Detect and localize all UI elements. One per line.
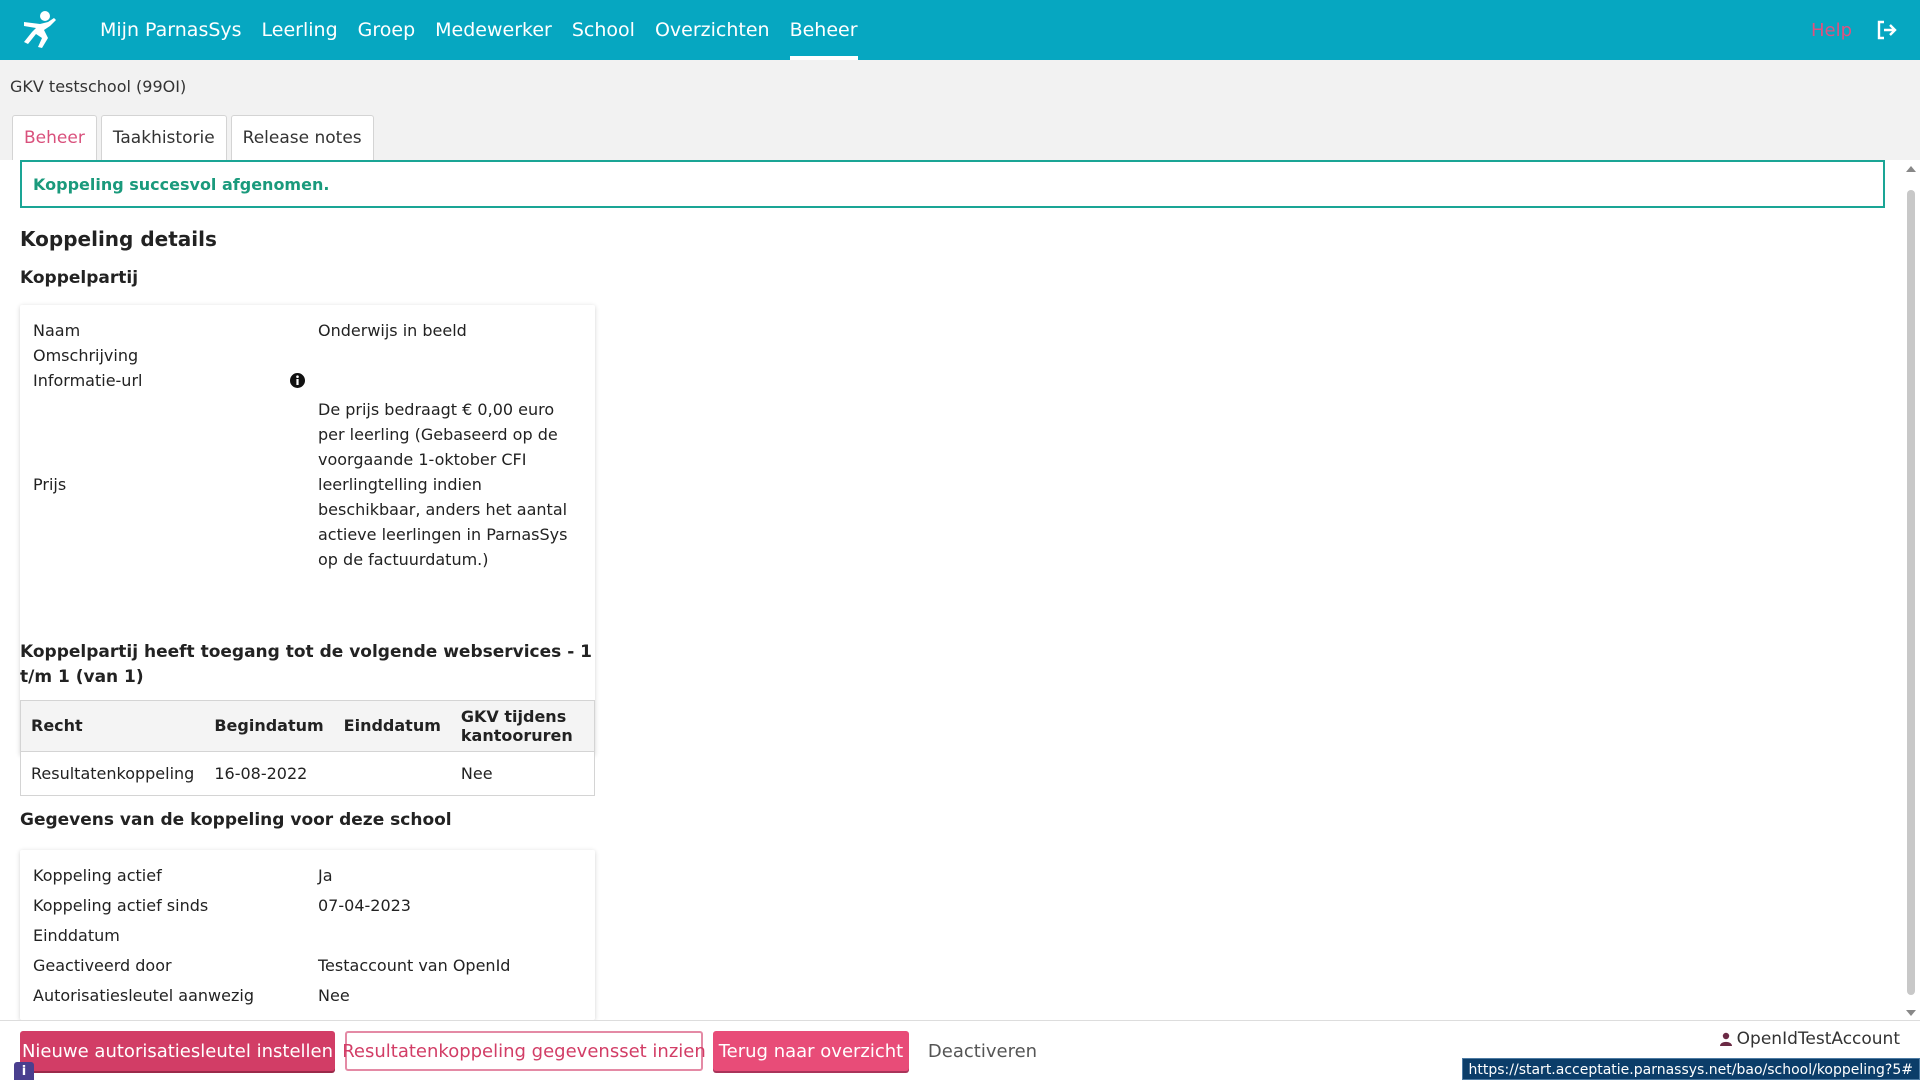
column-header-einddatum: Einddatum [333,701,451,752]
nav-item-medewerker[interactable]: Medewerker [425,0,562,60]
nav-item-beheer[interactable]: Beheer [780,0,868,60]
help-link[interactable]: Help [1811,20,1852,41]
naam-row: Naam Onderwijs in beeld [33,318,582,343]
scroll-up-arrow-icon[interactable] [1906,166,1916,172]
koppeling-actief-sinds-row: Koppeling actief sinds 07-04-2023 [33,893,582,918]
geactiveerd-door-value: Testaccount van OpenId [318,956,511,975]
table-row: Resultatenkoppeling 16-08-2022 Nee [21,751,594,795]
einddatum-row: Einddatum [33,923,582,948]
tab-beheer[interactable]: Beheer [12,115,97,160]
prijs-row: Prijs De prijs bedraagt € 0,00 euro per … [33,397,582,572]
top-right-actions: Help [1811,19,1898,41]
informatie-url-text: Informatie-url [33,371,143,390]
nav-item-school[interactable]: School [562,0,645,60]
koppeling-actief-sinds-value: 07-04-2023 [318,896,411,915]
autorisatiesleutel-row: Autorisatiesleutel aanwezig Nee [33,983,582,1008]
geactiveerd-door-label: Geactiveerd door [33,956,172,975]
nav-item-groep[interactable]: Groep [348,0,426,60]
einddatum-label: Einddatum [33,926,120,945]
school-data-card: Koppeling actief Ja Koppeling actief sin… [20,850,595,1020]
cell-einddatum [334,751,451,795]
koppeling-actief-sinds-label: Koppeling actief sinds [33,896,209,915]
cell-gkv: Nee [460,763,493,783]
koppeling-actief-row: Koppeling actief Ja [33,863,582,888]
webservices-heading: Koppelpartij heeft toegang tot de volgen… [20,642,593,687]
page-title: Koppeling details [20,227,217,251]
tab-release-notes[interactable]: Release notes [230,115,374,160]
status-bar-url: https://start.acceptatie.parnassys.net/b… [1461,1058,1920,1080]
table-header-row: Recht Begindatum Einddatum GKV tijdens k… [21,701,594,752]
nav-item-mijn-parnassys[interactable]: Mijn ParnasSys [90,0,252,60]
deactivate-button[interactable]: Deactiveren [920,1031,1045,1071]
tab-bar: Beheer Taakhistorie Release notes [12,115,374,160]
webservices-table: Recht Begindatum Einddatum GKV tijdens k… [20,700,595,796]
koppeling-actief-value: Ja [318,866,333,885]
koppeling-actief-label: Koppeling actief [33,866,162,885]
naam-label: Naam [33,321,81,340]
omschrijving-row: Omschrijving [33,343,582,368]
informatie-url-row: Informatie-url [33,368,582,393]
logout-icon[interactable] [1876,19,1898,41]
vertical-scrollbar[interactable] [1902,160,1920,1020]
user-icon [1719,1032,1732,1046]
column-header-gkv: GKV tijdens kantooruren [450,701,594,752]
autorisatiesleutel-label: Autorisatiesleutel aanwezig [33,986,254,1005]
info-circle-icon[interactable] [290,373,305,388]
scroll-thumb[interactable] [1907,190,1915,995]
new-authorization-key-button[interactable]: Nieuwe autorisatiesleutel instellen [20,1031,335,1071]
parnassys-logo-icon[interactable] [18,8,60,52]
user-name: OpenIdTestAccount [1736,1029,1900,1049]
school-name: GKV testschool (99OI) [10,77,187,96]
corner-info-icon[interactable]: i [14,1062,34,1080]
school-data-heading: Gegevens van de koppeling voor deze scho… [20,810,452,830]
nav-item-overzichten[interactable]: Overzichten [645,0,780,60]
omschrijving-label: Omschrijving [33,346,139,365]
nav-item-leerling[interactable]: Leerling [252,0,348,60]
top-navigation-bar: Mijn ParnasSys Leerling Groep Medewerker… [0,0,1920,60]
column-header-begindatum: Begindatum [204,701,334,752]
scroll-down-arrow-icon[interactable] [1906,1010,1916,1016]
koppelpartij-heading: Koppelpartij [20,268,139,288]
informatie-url-label: Informatie-url [33,368,318,393]
prijs-label: Prijs [33,475,67,494]
column-header-recht: Recht [21,701,205,752]
user-account[interactable]: OpenIdTestAccount [1719,1029,1900,1049]
naam-value: Onderwijs in beeld [318,321,467,340]
cell-begindatum: 16-08-2022 [214,763,308,783]
prijs-value: De prijs bedraagt € 0,00 euro per leerli… [318,400,568,569]
view-dataset-button[interactable]: Resultatenkoppeling gegevensset inzien [342,1031,706,1071]
action-footer: Nieuwe autorisatiesleutel instellen Resu… [0,1020,1920,1080]
main-panel: Koppeling succesvol afgenomen. Koppeling… [0,160,1920,1020]
back-to-overview-button[interactable]: Terug naar overzicht [713,1031,909,1071]
success-alert: Koppeling succesvol afgenomen. [20,160,1885,208]
cell-recht: Resultatenkoppeling [31,763,195,783]
autorisatiesleutel-value: Nee [318,986,350,1005]
main-nav: Mijn ParnasSys Leerling Groep Medewerker… [90,0,868,60]
geactiveerd-door-row: Geactiveerd door Testaccount van OpenId [33,953,582,978]
tab-taakhistorie[interactable]: Taakhistorie [100,115,227,160]
